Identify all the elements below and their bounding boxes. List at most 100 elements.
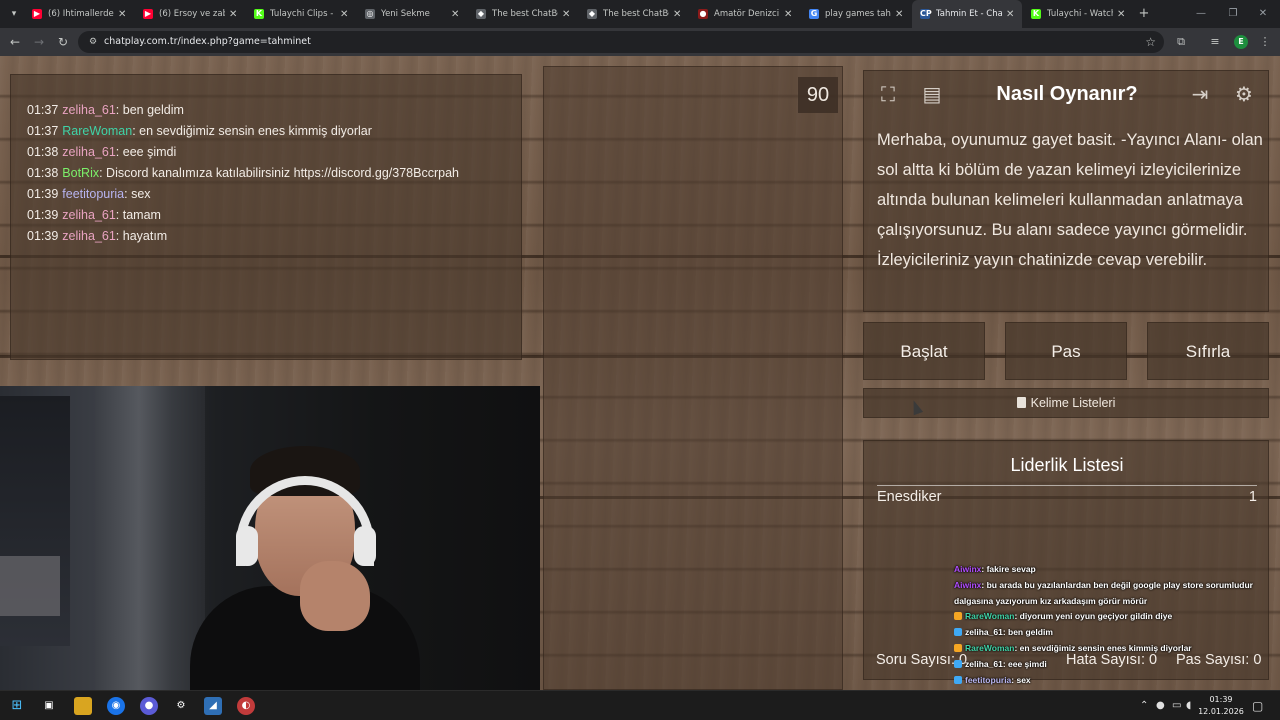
tab-close-icon[interactable]: ✕ bbox=[673, 9, 683, 20]
tab-close-icon[interactable]: ✕ bbox=[229, 9, 239, 20]
clock-date: 12.01.2026 bbox=[1198, 707, 1244, 716]
tab-close-icon[interactable]: ✕ bbox=[340, 9, 350, 20]
chat-timestamp: 01:39 bbox=[27, 208, 59, 222]
how-to-play-panel: ⛶ ▤ Nasıl Oynanır? ⇥ ⚙ Merhaba, oyunumuz… bbox=[863, 70, 1269, 312]
overlay-chat-text: : fakire sevap bbox=[981, 564, 1036, 574]
profile-avatar[interactable]: E bbox=[1234, 35, 1248, 49]
browser-tab[interactable]: ▶ (6) Ersoy ve zabıt ✕ bbox=[135, 0, 245, 28]
tab-close-icon[interactable]: ✕ bbox=[1006, 9, 1016, 20]
tab-title: Amatör Denizci E bbox=[714, 9, 780, 19]
volume-icon[interactable]: ◖ bbox=[1186, 698, 1191, 714]
webcam-lamp bbox=[0, 556, 60, 616]
tab-close-icon[interactable]: ✕ bbox=[451, 9, 461, 20]
back-arrow-icon[interactable]: ← bbox=[6, 33, 24, 51]
overlay-chat-username: Aiwinx bbox=[954, 579, 982, 590]
overlay-chat-text: : eee şimdi bbox=[1002, 658, 1047, 669]
forward-arrow-icon[interactable]: → bbox=[30, 33, 48, 51]
tab-search-chevron-icon[interactable]: ▾ bbox=[4, 4, 24, 24]
chat-username[interactable]: zeliha_61 bbox=[62, 229, 116, 243]
browser-tab[interactable]: ◆ The best ChatBot ✕ bbox=[579, 0, 689, 28]
leaderboard-score: 1 bbox=[1248, 489, 1257, 505]
chat-badge-icon bbox=[954, 644, 962, 652]
overlay-chat-username: zeliha_61 bbox=[965, 658, 1003, 669]
tab-close-icon[interactable]: ✕ bbox=[562, 9, 572, 20]
site-info-icon[interactable]: ⚙ bbox=[86, 35, 100, 49]
chat-message: 01:39 feetitopuria: sex bbox=[27, 187, 151, 201]
notes-icon[interactable]: ▤ bbox=[916, 79, 948, 109]
file-explorer-icon[interactable] bbox=[74, 697, 92, 715]
bookmark-star-icon[interactable]: ☆ bbox=[1145, 33, 1156, 51]
reset-button[interactable]: Sıfırla bbox=[1147, 322, 1269, 380]
browser-tab[interactable]: Gplay games tahm ✕ bbox=[801, 0, 911, 28]
chat-text: : en sevdiğimiz sensin enes kimmiş diyor… bbox=[132, 124, 372, 138]
chrome-taskbar-icon[interactable]: ◉ bbox=[107, 697, 125, 715]
game-page: 01:37 zeliha_61: ben geldim 01:37 RareWoman… bbox=[0, 56, 1280, 690]
address-bar[interactable]: ⚙ chatplay.com.tr/index.php?game=tahmine… bbox=[78, 31, 1164, 53]
how-to-play-text: Merhaba, oyunumuz gayet basit. -Yayıncı … bbox=[877, 131, 1263, 269]
extensions-icon[interactable]: ⧉ bbox=[1172, 33, 1190, 51]
tab-title: Yeni Sekme bbox=[381, 9, 430, 19]
tab-close-icon[interactable]: ✕ bbox=[1117, 9, 1127, 20]
taskbar-clock[interactable]: 01:39 12.01.2026 bbox=[1198, 694, 1244, 718]
browser-tab[interactable]: ▶ (6) İhtimallerde Y ✕ bbox=[24, 0, 134, 28]
tray-chevron-icon[interactable]: ⌃ bbox=[1140, 698, 1148, 714]
address-url[interactable]: chatplay.com.tr/index.php?game=tahminet bbox=[104, 31, 311, 53]
logout-icon[interactable]: ⇥ bbox=[1184, 79, 1216, 109]
minimize-icon[interactable]: — bbox=[1186, 4, 1216, 24]
discord-taskbar-icon[interactable]: ● bbox=[140, 697, 158, 715]
tab-close-icon[interactable]: ✕ bbox=[118, 9, 128, 20]
browser-tab[interactable]: ● Amatör Denizci E ✕ bbox=[690, 0, 800, 28]
notifications-icon[interactable]: ▢ bbox=[1252, 698, 1263, 714]
chat-timestamp: 01:37 bbox=[27, 103, 59, 117]
chat-username[interactable]: zeliha_61 bbox=[62, 208, 116, 222]
browser-toolbar: ← → ↻ ⚙ chatplay.com.tr/index.php?game=t… bbox=[0, 28, 1280, 56]
pass-button[interactable]: Pas bbox=[1005, 322, 1127, 380]
webcam-curtain bbox=[95, 386, 205, 690]
start-button[interactable]: Başlat bbox=[863, 322, 985, 380]
close-window-icon[interactable]: ✕ bbox=[1248, 4, 1278, 24]
windows-start-icon[interactable]: ⊞ bbox=[8, 697, 26, 715]
tab-close-icon[interactable]: ✕ bbox=[895, 9, 905, 20]
new-tab-button[interactable]: + bbox=[1136, 4, 1152, 24]
chat-text: : tamam bbox=[115, 208, 161, 222]
settings-gear-icon[interactable]: ⚙ bbox=[1228, 79, 1260, 109]
app-taskbar-icon[interactable]: ◢ bbox=[204, 697, 222, 715]
reading-list-icon[interactable]: ≡ bbox=[1206, 33, 1224, 51]
microphone-icon[interactable]: ● bbox=[1156, 698, 1165, 714]
chat-username[interactable]: BotRix bbox=[62, 166, 99, 180]
chat-panel: 01:37 zeliha_61: ben geldim 01:37 RareWoman… bbox=[10, 74, 522, 360]
browser-tab[interactable]: K Tulaychi - Watch ✕ bbox=[1023, 0, 1133, 28]
maximize-icon[interactable]: ❐ bbox=[1218, 4, 1248, 24]
fullscreen-icon[interactable]: ⛶ bbox=[872, 79, 904, 109]
chat-username[interactable]: feetitopuria bbox=[62, 187, 124, 201]
chatbot-icon: ◆ bbox=[587, 9, 597, 19]
settings-taskbar-icon[interactable]: ⚙ bbox=[172, 697, 190, 715]
tab-title: The best ChatBot bbox=[603, 9, 669, 19]
tab-close-icon[interactable]: ✕ bbox=[784, 9, 794, 20]
chat-username[interactable]: RareWoman bbox=[62, 124, 132, 138]
kick-icon: K bbox=[1031, 9, 1041, 19]
browser-tab[interactable]: K Tulaychi Clips - W ✕ bbox=[246, 0, 356, 28]
chat-message: 01:39 zeliha_61: hayatım bbox=[27, 229, 167, 243]
browser-tab[interactable]: ◆ The best ChatBot ✕ bbox=[468, 0, 578, 28]
obs-taskbar-icon[interactable]: ◐ bbox=[237, 697, 255, 715]
pass-count: Pas Sayısı: 0 bbox=[1176, 652, 1262, 668]
overlay-chat-text: : en sevdiğimiz sensin enes kimmiş diyor… bbox=[1014, 643, 1192, 653]
webcam-person-hand bbox=[300, 561, 370, 631]
word-lists-button[interactable]: Kelime Listeleri bbox=[863, 388, 1269, 418]
overlay-chat-text: : bu arada bu yazılanlardan ben değil go… bbox=[981, 579, 1253, 590]
chrome-icon: ◎ bbox=[365, 9, 375, 19]
chat-timestamp: 01:39 bbox=[27, 229, 59, 243]
task-view-icon[interactable]: ▣ bbox=[40, 697, 58, 715]
browser-tab[interactable]: CP Tahmin Et - Chat ✕ bbox=[912, 0, 1022, 28]
overlay-chat-message: RareWoman: en sevdiğimiz sensin enes kim… bbox=[954, 643, 1192, 653]
chat-badge-icon bbox=[954, 675, 962, 684]
network-icon[interactable]: ▭ bbox=[1172, 698, 1181, 714]
overlay-chat-username: feetitopuria bbox=[965, 674, 1012, 685]
chat-username[interactable]: zeliha_61 bbox=[62, 103, 116, 117]
menu-kebab-icon[interactable]: ⋮ bbox=[1256, 33, 1274, 51]
browser-tab[interactable]: ◎ Yeni Sekme ✕ bbox=[357, 0, 467, 28]
overlay-chat-text: : diyorum yeni oyun geçiyor gildin diye bbox=[1014, 611, 1173, 622]
chat-username[interactable]: zeliha_61 bbox=[62, 145, 116, 159]
reload-icon[interactable]: ↻ bbox=[54, 33, 72, 51]
